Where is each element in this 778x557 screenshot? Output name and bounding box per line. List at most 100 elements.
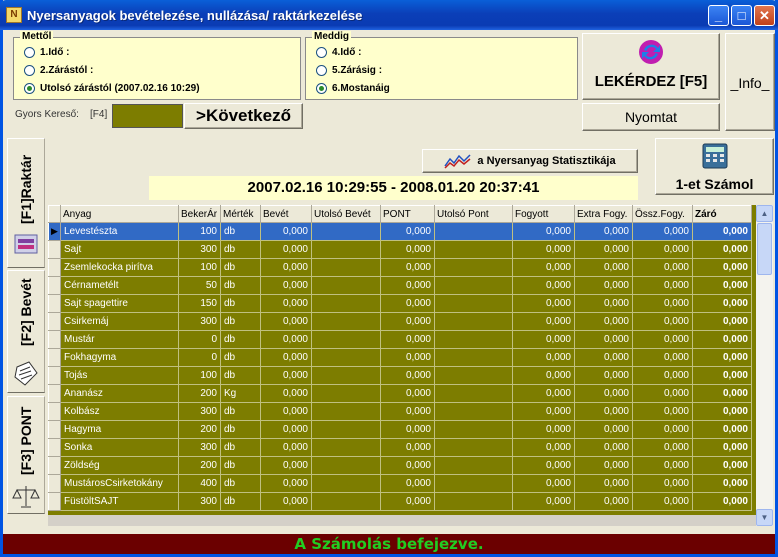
column-header[interactable]: Fogyott <box>512 205 575 223</box>
table-cell[interactable] <box>434 492 513 511</box>
table-cell[interactable]: Sonka <box>60 438 179 457</box>
table-cell[interactable] <box>311 240 381 259</box>
table-cell[interactable]: Cérnametélt <box>60 276 179 295</box>
close-button[interactable]: ✕ <box>754 5 775 26</box>
table-cell[interactable]: 0,000 <box>692 384 752 403</box>
column-header[interactable]: Össz.Fogy. <box>632 205 693 223</box>
table-cell[interactable]: 400 <box>178 474 221 493</box>
table-cell[interactable] <box>434 240 513 259</box>
table-row[interactable]: Mustár 0 db 0,000 0,000 0,000 0,000 0,000 0,000 <box>48 330 752 349</box>
table-cell[interactable] <box>434 474 513 493</box>
table-cell[interactable]: 0,000 <box>632 474 693 493</box>
table-cell[interactable]: 0,000 <box>260 456 312 475</box>
table-cell[interactable]: 0,000 <box>260 330 312 349</box>
table-cell[interactable] <box>311 312 381 331</box>
table-cell[interactable]: 0,000 <box>632 312 693 331</box>
table-cell[interactable]: 0,000 <box>632 456 693 475</box>
scroll-down-arrow[interactable]: ▼ <box>756 509 773 526</box>
table-row[interactable]: Sajt 300 db 0,000 0,000 0,000 0,000 0,000 0,000 <box>48 240 752 259</box>
table-cell[interactable]: 0,000 <box>632 438 693 457</box>
table-cell[interactable]: 0,000 <box>692 456 752 475</box>
table-row[interactable]: ▶ Levestészta 100 db 0,000 0,000 0,000 0,000 0,0… <box>48 222 752 241</box>
table-cell[interactable]: 0,000 <box>632 330 693 349</box>
table-cell[interactable] <box>434 348 513 367</box>
quick-search-input[interactable] <box>112 104 183 128</box>
table-cell[interactable] <box>311 438 381 457</box>
table-cell[interactable]: 0,000 <box>692 258 752 277</box>
table-cell[interactable]: 50 <box>178 276 221 295</box>
table-cell[interactable]: 0,000 <box>260 312 312 331</box>
table-row[interactable]: Zöldség 200 db 0,000 0,000 0,000 0,000 0,000 0,0… <box>48 456 752 475</box>
table-row[interactable]: Cérnametélt 50 db 0,000 0,000 0,000 0,000 0,000… <box>48 276 752 295</box>
table-cell[interactable]: 0,000 <box>380 276 435 295</box>
table-cell[interactable]: db <box>220 294 261 313</box>
table-cell[interactable]: 0,000 <box>632 402 693 421</box>
table-cell[interactable]: db <box>220 312 261 331</box>
table-cell[interactable]: 0,000 <box>692 312 752 331</box>
horizontal-scrollbar[interactable] <box>48 515 756 526</box>
column-header[interactable]: PONT <box>380 205 435 223</box>
table-cell[interactable]: 0,000 <box>574 456 633 475</box>
table-cell[interactable]: 0,000 <box>512 366 575 385</box>
table-cell[interactable]: 200 <box>178 420 221 439</box>
table-cell[interactable]: 300 <box>178 402 221 421</box>
table-cell[interactable] <box>434 456 513 475</box>
table-cell[interactable]: Ananász <box>60 384 179 403</box>
table-cell[interactable]: 0,000 <box>632 240 693 259</box>
table-cell[interactable]: 100 <box>178 258 221 277</box>
table-cell[interactable]: 0,000 <box>512 330 575 349</box>
table-cell[interactable]: 0,000 <box>632 420 693 439</box>
table-cell[interactable]: 0,000 <box>632 384 693 403</box>
table-cell[interactable]: 0,000 <box>574 222 633 241</box>
table-cell[interactable]: 100 <box>178 222 221 241</box>
table-cell[interactable]: 300 <box>178 438 221 457</box>
table-cell[interactable]: 0,000 <box>692 222 752 241</box>
table-row[interactable]: Sonka 300 db 0,000 0,000 0,000 0,000 0,000 0,000 <box>48 438 752 457</box>
table-cell[interactable] <box>311 474 381 493</box>
table-cell[interactable]: 200 <box>178 456 221 475</box>
table-cell[interactable] <box>434 330 513 349</box>
table-cell[interactable]: db <box>220 240 261 259</box>
table-cell[interactable]: 0,000 <box>574 384 633 403</box>
table-cell[interactable]: MustárosCsirketokány <box>60 474 179 493</box>
table-cell[interactable]: 0,000 <box>512 474 575 493</box>
table-cell[interactable]: db <box>220 348 261 367</box>
table-cell[interactable]: 0,000 <box>380 222 435 241</box>
table-row[interactable]: Zsemlekocka pirítva 100 db 0,000 0,000 0,000 0… <box>48 258 752 277</box>
table-cell[interactable]: 0,000 <box>380 420 435 439</box>
table-cell[interactable]: 0,000 <box>574 276 633 295</box>
table-cell[interactable]: 0,000 <box>512 258 575 277</box>
table-cell[interactable] <box>311 330 381 349</box>
table-cell[interactable]: Kg <box>220 384 261 403</box>
table-cell[interactable]: db <box>220 330 261 349</box>
table-cell[interactable]: db <box>220 420 261 439</box>
table-cell[interactable]: 200 <box>178 384 221 403</box>
table-cell[interactable]: 0,000 <box>380 294 435 313</box>
table-cell[interactable]: 0,000 <box>692 240 752 259</box>
table-cell[interactable]: 0,000 <box>380 240 435 259</box>
table-cell[interactable]: 0,000 <box>574 312 633 331</box>
table-cell[interactable]: 0,000 <box>632 366 693 385</box>
table-cell[interactable]: 0,000 <box>512 384 575 403</box>
table-cell[interactable]: db <box>220 456 261 475</box>
table-cell[interactable]: 0,000 <box>512 456 575 475</box>
table-row[interactable]: Tojás 100 db 0,000 0,000 0,000 0,000 0,000 0,000 <box>48 366 752 385</box>
table-row[interactable]: Hagyma 200 db 0,000 0,000 0,000 0,000 0,000 0,00… <box>48 420 752 439</box>
table-cell[interactable]: 0,000 <box>632 222 693 241</box>
table-cell[interactable]: 0,000 <box>380 366 435 385</box>
table-cell[interactable] <box>311 420 381 439</box>
table-cell[interactable]: 0,000 <box>632 294 693 313</box>
table-cell[interactable]: 0 <box>178 348 221 367</box>
table-cell[interactable]: 300 <box>178 492 221 511</box>
table-cell[interactable]: Levestészta <box>60 222 179 241</box>
table-cell[interactable]: Kolbász <box>60 402 179 421</box>
table-cell[interactable]: 0 <box>178 330 221 349</box>
radio-to-now[interactable]: 6.Mostanáig <box>316 83 390 94</box>
table-cell[interactable] <box>311 384 381 403</box>
table-cell[interactable] <box>311 492 381 511</box>
table-cell[interactable]: 0,000 <box>380 312 435 331</box>
table-cell[interactable]: Tojás <box>60 366 179 385</box>
table-cell[interactable]: Hagyma <box>60 420 179 439</box>
table-cell[interactable]: 0,000 <box>574 420 633 439</box>
table-cell[interactable]: 0,000 <box>380 258 435 277</box>
